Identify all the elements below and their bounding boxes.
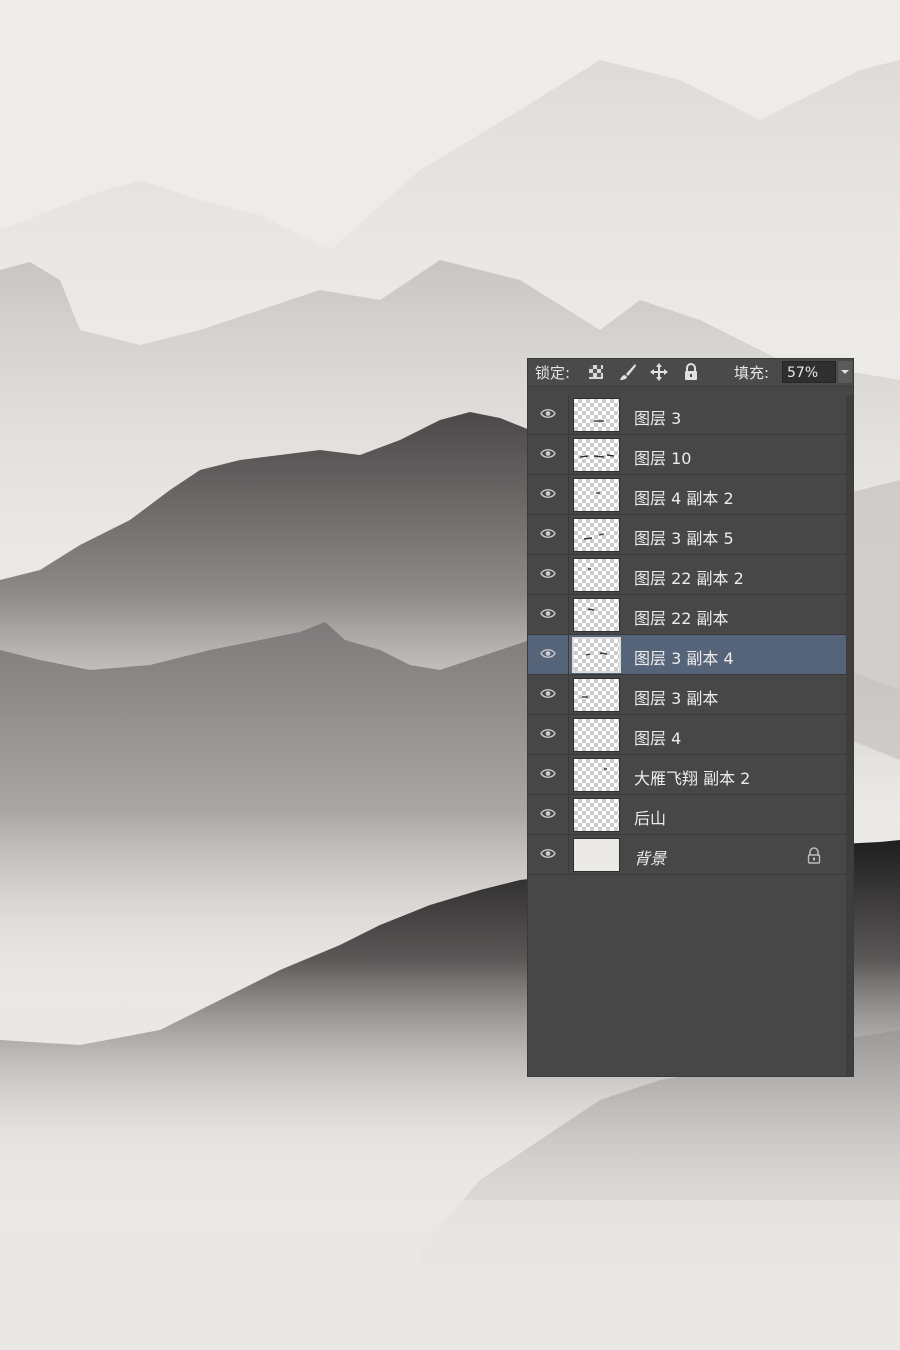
eye-icon	[540, 809, 556, 818]
thumbnail-content	[585, 652, 608, 656]
eye-icon	[540, 849, 556, 858]
visibility-toggle[interactable]	[528, 435, 569, 474]
layer-thumbnail[interactable]	[574, 679, 619, 711]
layer-thumbnail[interactable]	[574, 719, 619, 751]
eye-icon	[540, 449, 556, 458]
layer-row[interactable]: 图层 3 副本 4	[528, 635, 846, 675]
layer-row[interactable]: 图层 22 副本 2	[528, 555, 846, 595]
layer-name[interactable]: 图层 3 副本 4	[634, 645, 734, 669]
layer-row[interactable]: 图层 3	[528, 395, 846, 435]
lock-fill-toolbar: 锁定: 填充: 57%	[528, 359, 853, 387]
layer-name[interactable]: 图层 22 副本 2	[634, 565, 744, 589]
fill-opacity-input[interactable]: 57%	[782, 361, 836, 383]
fill-dropdown-arrow[interactable]	[838, 361, 852, 383]
visibility-toggle[interactable]	[528, 515, 569, 554]
layers-panel: 锁定: 填充: 57% 图层 3 图层 10 图层 4 副本 2 图层 3 副本 5图…	[528, 359, 853, 1076]
visibility-toggle[interactable]	[528, 635, 569, 674]
eye-icon	[540, 489, 556, 498]
layer-row[interactable]: 大雁飞翔 副本 2	[528, 755, 846, 795]
eye-icon	[540, 649, 556, 658]
visibility-toggle[interactable]	[528, 835, 569, 874]
lock-transparent-pixels-icon[interactable]	[586, 362, 606, 382]
thumbnail-content	[596, 492, 600, 494]
thumbnail-content	[604, 768, 607, 770]
thumbnail-content	[587, 608, 595, 611]
layer-name[interactable]: 图层 4 副本 2	[634, 485, 734, 509]
layer-thumbnail[interactable]	[574, 599, 619, 631]
thumbnail-content	[579, 454, 615, 458]
eye-icon	[540, 769, 556, 778]
layers-scrollbar[interactable]	[846, 395, 853, 1076]
layer-row[interactable]: 背景	[528, 835, 846, 875]
layer-row[interactable]: 图层 3 副本 5	[528, 515, 846, 555]
eye-icon	[540, 409, 556, 418]
layer-thumbnail[interactable]	[574, 519, 619, 551]
visibility-toggle[interactable]	[528, 555, 569, 594]
layer-name[interactable]: 背景	[634, 845, 666, 869]
eye-icon	[540, 689, 556, 698]
thumbnail-content	[588, 568, 591, 570]
layer-name[interactable]: 图层 3	[634, 405, 681, 429]
layer-row[interactable]: 图层 3 副本	[528, 675, 846, 715]
eye-icon	[540, 609, 556, 618]
layer-row[interactable]: 图层 4 副本 2	[528, 475, 846, 515]
layer-thumbnail[interactable]	[574, 559, 619, 591]
layer-thumbnail[interactable]	[574, 799, 619, 831]
visibility-toggle[interactable]	[528, 755, 569, 794]
layer-row[interactable]: 图层 4	[528, 715, 846, 755]
layer-thumbnail[interactable]	[574, 479, 619, 511]
eye-icon	[540, 569, 556, 578]
layers-list: 图层 3 图层 10 图层 4 副本 2 图层 3 副本 5 图层 22 副本 2 图层 …	[528, 395, 846, 875]
thumbnail-content	[594, 420, 604, 422]
layer-name[interactable]: 后山	[634, 805, 666, 829]
layer-name[interactable]: 图层 22 副本	[634, 605, 729, 629]
eye-icon	[540, 729, 556, 738]
lock-image-pixels-icon[interactable]	[618, 362, 638, 382]
thumbnail-content	[583, 533, 605, 540]
visibility-toggle[interactable]	[528, 675, 569, 714]
visibility-toggle[interactable]	[528, 715, 569, 754]
visibility-toggle[interactable]	[528, 395, 569, 434]
layer-thumbnail[interactable]	[574, 639, 619, 671]
layer-row[interactable]: 图层 22 副本	[528, 595, 846, 635]
lock-label: 锁定:	[535, 364, 571, 382]
layer-thumbnail[interactable]	[574, 759, 619, 791]
layer-name[interactable]: 大雁飞翔 副本 2	[634, 765, 750, 789]
layer-name[interactable]: 图层 3 副本 5	[634, 525, 734, 549]
visibility-toggle[interactable]	[528, 595, 569, 634]
layer-lock-icon	[807, 847, 821, 864]
layer-name[interactable]: 图层 10	[634, 445, 691, 469]
layer-row[interactable]: 图层 10	[528, 435, 846, 475]
layer-name[interactable]: 图层 4	[634, 725, 681, 749]
layer-thumbnail[interactable]	[574, 839, 619, 871]
layer-thumbnail[interactable]	[574, 399, 619, 431]
lock-position-icon[interactable]	[649, 362, 669, 382]
visibility-toggle[interactable]	[528, 795, 569, 834]
layer-row[interactable]: 后山	[528, 795, 846, 835]
layer-name[interactable]: 图层 3 副本	[634, 685, 718, 709]
eye-icon	[540, 529, 556, 538]
visibility-toggle[interactable]	[528, 475, 569, 514]
layer-thumbnail[interactable]	[574, 439, 619, 471]
thumbnail-content	[582, 696, 588, 698]
lock-all-icon[interactable]	[681, 362, 701, 382]
fill-label: 填充:	[734, 364, 770, 382]
